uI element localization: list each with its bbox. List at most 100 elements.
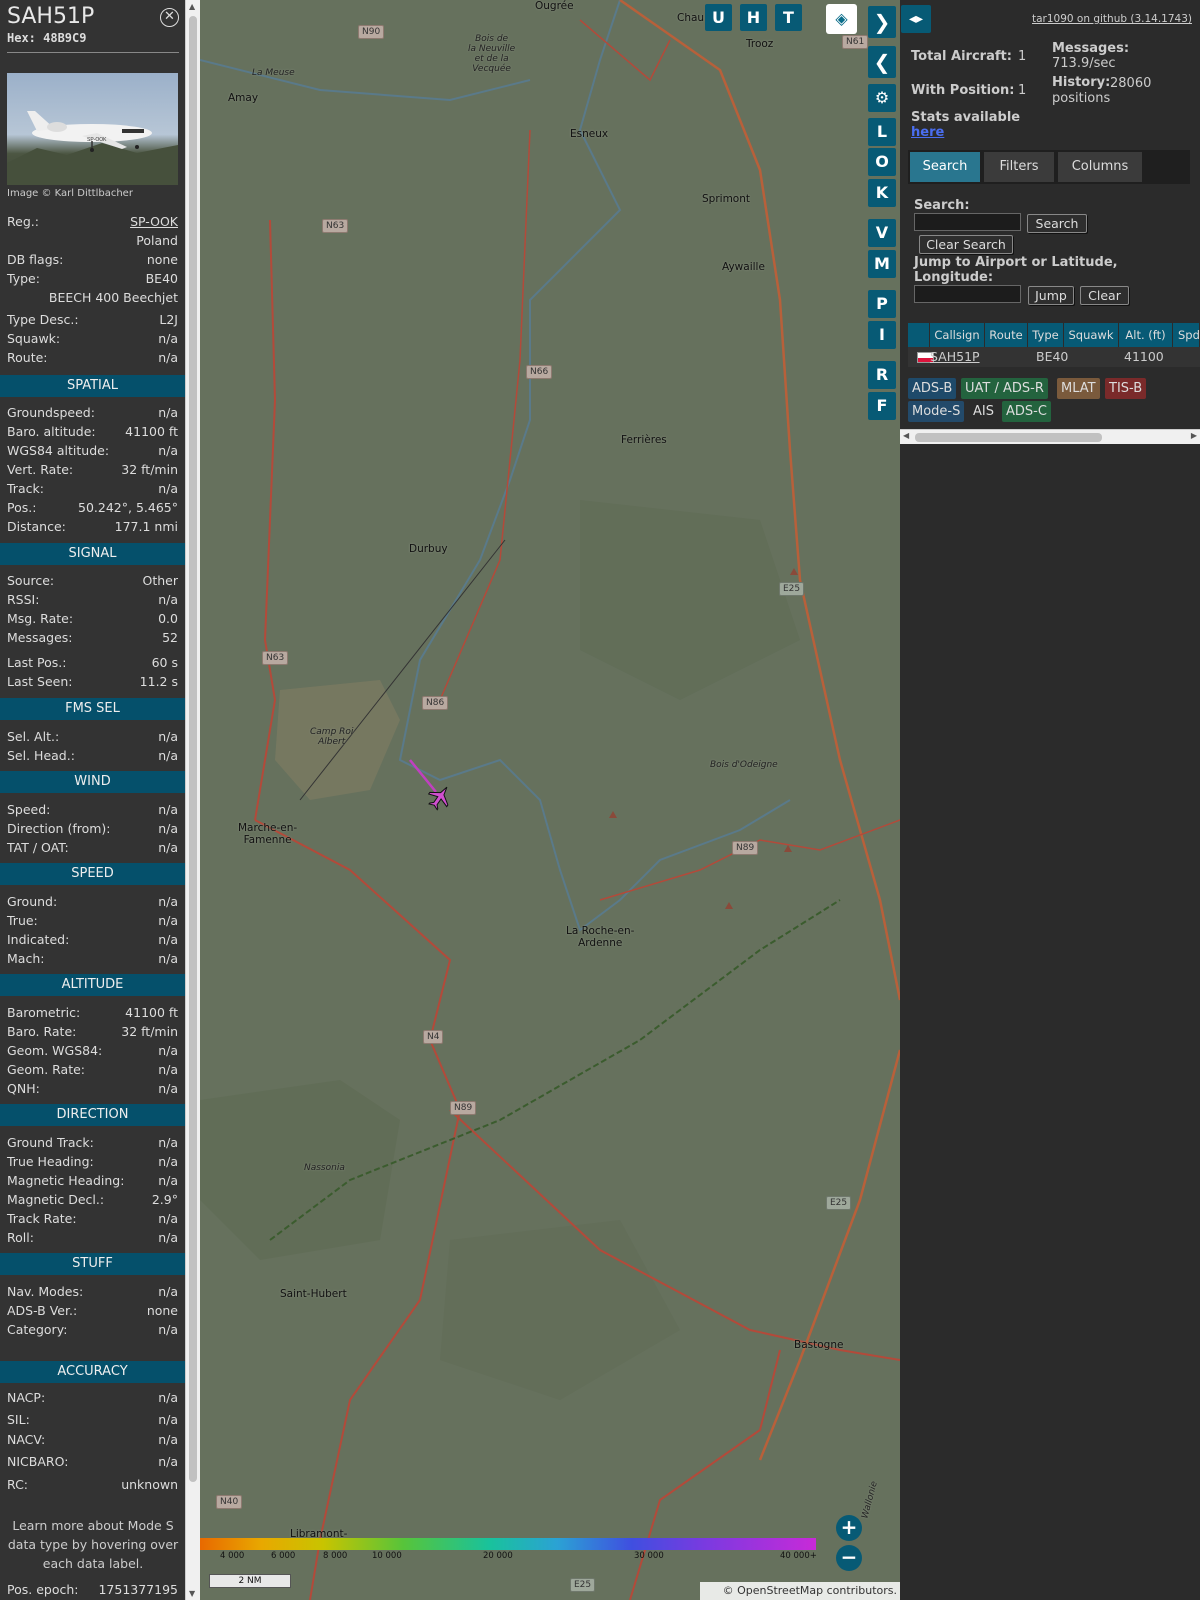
info-panel-scrollbar[interactable]: ▲ ▼ bbox=[185, 0, 200, 1600]
zoom-in-icon[interactable]: + bbox=[836, 1515, 862, 1541]
tab-bar: Search Filters Columns bbox=[908, 150, 1190, 184]
spatial-row: Vert. Rate: 32 ft/min bbox=[7, 462, 178, 480]
col-header-squawk[interactable]: Squawk bbox=[1064, 323, 1119, 347]
map-button-i[interactable]: I bbox=[868, 321, 896, 349]
github-link[interactable]: tar1090 on github (3.14.1743) bbox=[1032, 13, 1192, 25]
tab-filters[interactable]: Filters bbox=[984, 152, 1054, 182]
accuracy-row: RC: unknown bbox=[7, 1477, 178, 1495]
row-value: 41100 ft bbox=[125, 1005, 178, 1020]
info-row-type-name: BEECH 400 Beechjet bbox=[7, 290, 178, 308]
map-attribution[interactable]: © OpenStreetMap contributors. bbox=[700, 1582, 900, 1600]
row-key: Last Seen: bbox=[7, 674, 73, 689]
place-label: Bastogne bbox=[794, 1339, 844, 1351]
scroll-right-icon[interactable]: ▶ bbox=[1191, 431, 1197, 440]
row-value: 50.242°, 5.465° bbox=[78, 500, 178, 515]
row-key: Baro. altitude: bbox=[7, 424, 96, 439]
zoom-out-icon[interactable]: − bbox=[836, 1545, 862, 1571]
col-header-route[interactable]: Route bbox=[985, 323, 1028, 347]
info-row-type: Type: BE40 bbox=[7, 271, 178, 289]
row-value: 0.0 bbox=[158, 611, 178, 626]
tab-search[interactable]: Search bbox=[910, 152, 980, 182]
registration-link[interactable]: SP-OOK bbox=[130, 214, 178, 229]
jump-button[interactable]: Jump bbox=[1028, 286, 1074, 305]
direction-row: Roll: n/a bbox=[7, 1230, 178, 1248]
col-header-type[interactable]: Type bbox=[1028, 323, 1064, 347]
info-row-squawk: Squawk: n/a bbox=[7, 331, 178, 349]
stats-here-link[interactable]: here bbox=[911, 125, 944, 140]
table-horizontal-scrollbar[interactable]: ◀ ▶ bbox=[900, 429, 1200, 444]
tab-columns[interactable]: Columns bbox=[1058, 152, 1142, 182]
direction-row: Magnetic Decl.: 2.9° bbox=[7, 1192, 178, 1210]
jump-label: Jump to Airport or Latitude, Longitude: bbox=[914, 255, 1118, 285]
row-callsign[interactable]: SAH51P bbox=[930, 347, 980, 367]
row-key: Track Rate: bbox=[7, 1211, 77, 1226]
altitude-row: Geom. Rate: n/a bbox=[7, 1062, 178, 1080]
altitude-tick: 10 000 bbox=[372, 1551, 402, 1561]
row-key: Category: bbox=[7, 1322, 68, 1337]
messages-label: Messages: bbox=[1052, 41, 1130, 56]
chevron-left-icon[interactable]: ❮ bbox=[868, 46, 896, 78]
scroll-left-icon[interactable]: ◀ bbox=[903, 431, 909, 440]
spatial-row: Distance: 177.1 nmi bbox=[7, 519, 178, 537]
map-button-f[interactable]: F bbox=[868, 392, 896, 420]
col-header-callsign[interactable]: Callsign bbox=[930, 323, 985, 347]
place-label: Saint-Hubert bbox=[280, 1288, 347, 1300]
search-input[interactable] bbox=[914, 213, 1021, 231]
history-value: 28060 positions bbox=[1052, 76, 1152, 106]
search-label: Search: bbox=[914, 198, 970, 213]
clear-search-button[interactable]: Clear Search bbox=[919, 235, 1013, 254]
info-row-country: Poland bbox=[7, 233, 178, 251]
row-value: 52 bbox=[162, 630, 178, 645]
row-value: n/a bbox=[158, 1154, 178, 1169]
table-row[interactable]: SAH51P BE40 41100 bbox=[908, 347, 1200, 367]
scroll-down-icon[interactable]: ▼ bbox=[189, 1589, 195, 1598]
clear-button[interactable]: Clear bbox=[1080, 286, 1129, 305]
map-button-u[interactable]: U bbox=[705, 4, 732, 31]
total-aircraft-label: Total Aircraft: bbox=[911, 49, 1012, 64]
row-key: Roll: bbox=[7, 1230, 34, 1245]
row-key: SIL: bbox=[7, 1412, 30, 1427]
row-value: n/a bbox=[158, 913, 178, 928]
layers-icon[interactable]: ◈ bbox=[826, 4, 857, 34]
jump-input[interactable] bbox=[914, 285, 1021, 303]
row-key: NICBARO: bbox=[7, 1454, 69, 1469]
scroll-up-icon[interactable]: ▲ bbox=[189, 2, 195, 11]
map-view[interactable]: Ougrée Chau Trooz Amay Esneux Sprimont A… bbox=[200, 0, 900, 1600]
col-header-speed[interactable]: Spd. bbox=[1173, 323, 1200, 347]
row-value: n/a bbox=[158, 1173, 178, 1188]
map-button-p[interactable]: P bbox=[868, 290, 896, 318]
map-button-o[interactable]: O bbox=[868, 148, 896, 176]
aircraft-info-panel: SAH51P Hex: 48B9C9 ✕ SP-OOK Image © Karl… bbox=[0, 0, 185, 1600]
scrollbar-thumb[interactable] bbox=[915, 433, 1102, 442]
close-icon[interactable]: ✕ bbox=[160, 8, 179, 27]
row-key: RC: bbox=[7, 1477, 29, 1492]
direction-row: Magnetic Heading: n/a bbox=[7, 1173, 178, 1191]
map-button-l[interactable]: L bbox=[868, 118, 896, 146]
scrollbar-thumb[interactable] bbox=[189, 16, 197, 1482]
map-button-v[interactable]: V bbox=[868, 219, 896, 247]
aircraft-photo[interactable]: SP-OOK bbox=[7, 73, 178, 185]
map-button-t[interactable]: T bbox=[775, 4, 802, 31]
row-key: RSSI: bbox=[7, 592, 40, 607]
road-shield: N86 bbox=[422, 696, 449, 710]
altitude-tick: 4 000 bbox=[220, 1551, 245, 1561]
row-value: 60 s bbox=[151, 655, 178, 670]
map-button-r[interactable]: R bbox=[868, 361, 896, 389]
settings-gear-icon[interactable]: ⚙ bbox=[868, 84, 896, 112]
sidebar-toggle-icon[interactable]: ◂▸ bbox=[901, 5, 931, 33]
row-value: n/a bbox=[158, 748, 178, 763]
search-button[interactable]: Search bbox=[1027, 214, 1087, 233]
info-row-dbflags: DB flags: none bbox=[7, 252, 178, 270]
section-header-accuracy: ACCURACY bbox=[0, 1361, 185, 1383]
map-button-m[interactable]: M bbox=[868, 250, 896, 278]
row-value: n/a bbox=[158, 951, 178, 966]
row-key: Distance: bbox=[7, 519, 66, 534]
chevron-right-icon[interactable]: ❯ bbox=[868, 6, 896, 38]
row-value: 2.9° bbox=[151, 1192, 178, 1207]
legend-adsb: ADS-B bbox=[908, 378, 957, 399]
map-button-k[interactable]: K bbox=[868, 179, 896, 207]
map-button-h[interactable]: H bbox=[740, 4, 767, 31]
col-header-altitude[interactable]: Alt. (ft) bbox=[1119, 323, 1173, 347]
map-scale-bar: 2 NM bbox=[209, 1574, 291, 1588]
place-label: Ferrières bbox=[621, 434, 667, 446]
